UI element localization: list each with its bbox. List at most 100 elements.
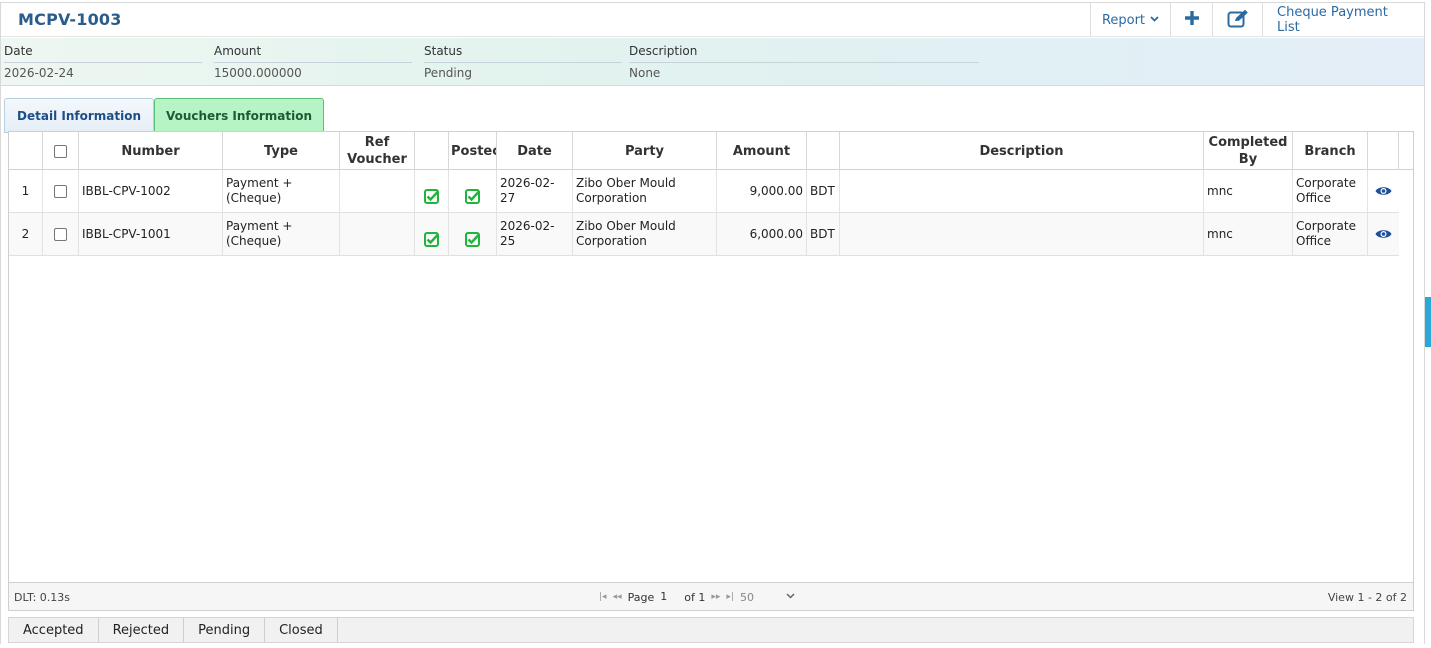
column-header-ref-voucher[interactable]: Ref Voucher	[340, 132, 415, 170]
header-actions: Report Cheque Payment List	[1090, 3, 1424, 37]
divider	[4, 62, 202, 63]
summary-status: Status Pending	[424, 38, 624, 86]
row-checkbox[interactable]	[54, 184, 67, 198]
rejected-button[interactable]: Rejected	[99, 618, 185, 642]
column-header-date[interactable]: Date	[497, 132, 573, 170]
eye-icon[interactable]	[1375, 228, 1392, 240]
column-header-type[interactable]: Type	[223, 132, 340, 170]
view-cell	[1368, 170, 1399, 212]
last-page-icon[interactable]: ▸|	[726, 592, 734, 602]
header-bar: MCPV-1003 Report Cheque Payment List	[1, 3, 1424, 37]
checkbox-checked-icon	[424, 231, 439, 247]
column-header-description[interactable]: Description	[840, 132, 1204, 170]
pending-button[interactable]: Pending	[184, 618, 266, 642]
voucher-amount: 6,000.00	[717, 213, 807, 255]
column-header-party[interactable]: Party	[573, 132, 717, 170]
date-value: 2026-02-24	[4, 66, 74, 80]
cheque-payment-list-label: Cheque Payment List	[1277, 5, 1388, 35]
voucher-branch: Corporate Office	[1293, 213, 1368, 255]
page-label: Page	[627, 590, 655, 604]
table-row[interactable]: 2 IBBL-CPV-1001 Payment + (Cheque) 2026-…	[9, 213, 1399, 256]
edit-button[interactable]	[1212, 3, 1262, 37]
tab-vouchers-information[interactable]: Vouchers Information	[154, 98, 324, 133]
page-count: of 1	[684, 590, 706, 604]
prev-page-icon[interactable]: ◂◂	[613, 592, 622, 602]
divider	[424, 62, 622, 63]
tab-detail-information[interactable]: Detail Information	[4, 98, 154, 133]
column-header-completed-by[interactable]: Completed By	[1204, 132, 1293, 170]
report-dropdown[interactable]: Report	[1090, 3, 1170, 37]
posted-check-icon	[465, 188, 480, 204]
chevron-down-icon[interactable]	[786, 592, 795, 602]
closed-button[interactable]: Closed	[265, 618, 338, 642]
column-header-scroll	[1399, 132, 1413, 170]
voucher-amount: 9,000.00	[717, 170, 807, 212]
page-input[interactable]: 1	[660, 590, 678, 604]
status-filter-bar: Accepted Rejected Pending Closed	[8, 617, 1414, 643]
grid-footer: DLT: 0.13s |◂ ◂◂ Page 1 of 1 ▸▸ ▸| 50 Vi…	[9, 582, 1413, 610]
column-header-index	[9, 132, 43, 170]
voucher-currency: BDT	[807, 213, 840, 255]
description-label: Description	[629, 44, 698, 58]
edit-icon	[1227, 9, 1249, 32]
accepted-button[interactable]: Accepted	[9, 618, 99, 642]
divider	[629, 62, 979, 63]
summary-panel: Date 2026-02-24 Amount 15000.000000 Stat…	[1, 38, 1424, 86]
row-checkbox-cell	[43, 213, 79, 255]
voucher-number: IBBL-CPV-1001	[79, 213, 223, 255]
plus-icon	[1184, 10, 1200, 30]
column-header-number[interactable]: Number	[79, 132, 223, 170]
view-cell	[1368, 213, 1399, 255]
first-page-icon[interactable]: |◂	[599, 592, 607, 602]
voucher-description	[840, 213, 1204, 255]
page-size-select[interactable]: 50	[740, 591, 780, 604]
view-info: View 1 - 2 of 2	[1327, 591, 1407, 604]
voucher-type: Payment + (Cheque)	[223, 170, 340, 212]
voucher-type: Payment + (Cheque)	[223, 213, 340, 255]
check-cell	[415, 213, 449, 255]
next-page-icon[interactable]: ▸▸	[711, 592, 720, 602]
date-label: Date	[4, 44, 33, 58]
load-time-text: DLT: 0.13s	[14, 591, 71, 604]
row-index: 2	[9, 213, 43, 255]
voucher-party: Zibo Ober Mould Corporation	[573, 213, 717, 255]
side-panel-handle[interactable]	[1425, 297, 1431, 347]
amount-label: Amount	[214, 44, 262, 58]
summary-description: Description None	[629, 38, 981, 86]
summary-date: Date 2026-02-24	[4, 38, 204, 86]
report-label: Report	[1101, 12, 1146, 28]
posted-check-icon	[465, 231, 480, 247]
voucher-date: 2026-02-27	[497, 170, 573, 212]
check-cell	[415, 170, 449, 212]
row-checkbox[interactable]	[54, 227, 67, 241]
summary-amount: Amount 15000.000000	[214, 38, 414, 86]
posted-cell	[449, 170, 497, 212]
select-all-checkbox[interactable]	[54, 144, 67, 158]
column-header-view	[1368, 132, 1399, 170]
status-value: Pending	[424, 66, 472, 80]
column-header-posted[interactable]: Postec	[449, 132, 497, 170]
posted-cell	[449, 213, 497, 255]
voucher-currency: BDT	[807, 170, 840, 212]
cheque-payment-list-link[interactable]: Cheque Payment List	[1262, 3, 1424, 37]
eye-icon[interactable]	[1375, 185, 1392, 197]
vouchers-grid: Number Type Ref Voucher Postec Date Part…	[8, 131, 1414, 611]
status-label: Status	[424, 44, 463, 58]
voucher-completed-by: mnc	[1204, 170, 1293, 212]
table-row[interactable]: 1 IBBL-CPV-1002 Payment + (Cheque) 2026-…	[9, 170, 1399, 213]
page-title: MCPV-1003	[18, 10, 122, 29]
voucher-number: IBBL-CPV-1002	[79, 170, 223, 212]
add-button[interactable]	[1170, 3, 1212, 37]
amount-value: 15000.000000	[214, 66, 302, 80]
row-checkbox-cell	[43, 170, 79, 212]
ref-voucher	[340, 213, 415, 255]
divider	[214, 62, 412, 63]
column-header-amount[interactable]: Amount	[717, 132, 807, 170]
chevron-down-icon	[1150, 15, 1159, 24]
pager: |◂ ◂◂ Page 1 of 1 ▸▸ ▸| 50	[599, 590, 795, 604]
select-all-header	[43, 132, 79, 170]
column-header-branch[interactable]: Branch	[1293, 132, 1368, 170]
grid-header: Number Type Ref Voucher Postec Date Part…	[9, 132, 1413, 170]
voucher-completed-by: mnc	[1204, 213, 1293, 255]
column-header-currency	[807, 132, 840, 170]
